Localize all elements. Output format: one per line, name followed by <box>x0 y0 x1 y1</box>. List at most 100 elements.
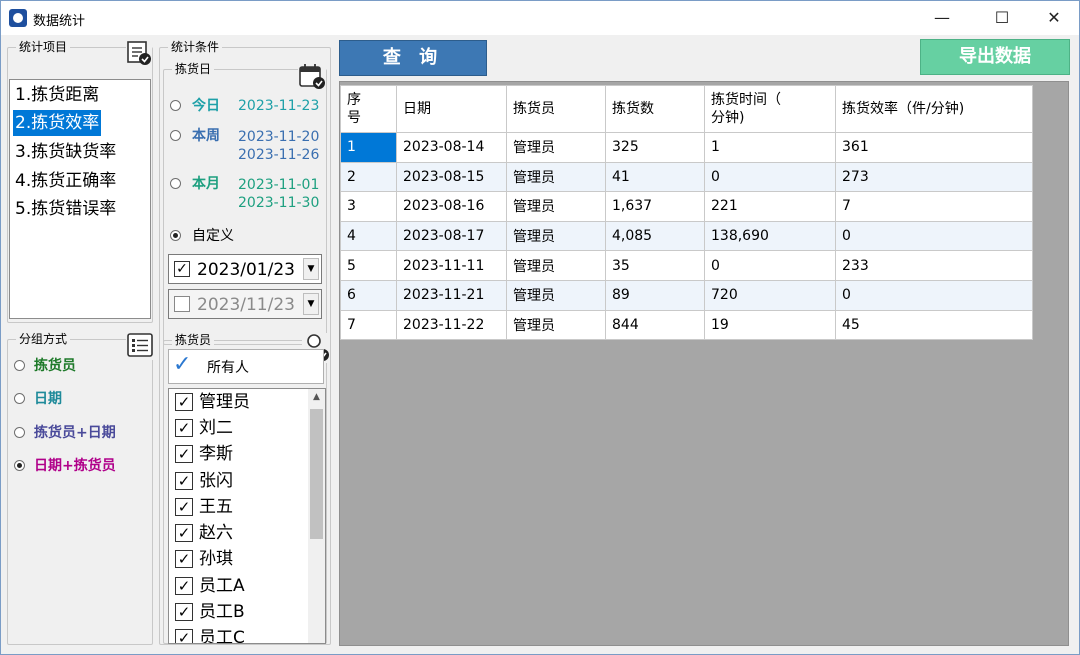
chevron-down-icon[interactable]: ▼ <box>303 293 319 315</box>
picker-checklist[interactable]: ✓ 管理员 ✓ 刘二 ✓ 李斯 ✓ 张闪 ✓ 王五 ✓ 赵六 ✓ 孙琪 ✓ 员工A ✓ 员工B ✓… <box>168 388 326 644</box>
cell-picker[interactable]: 管理员 <box>506 132 606 163</box>
radio-button-checked[interactable] <box>14 460 25 471</box>
radio-button[interactable] <box>14 393 25 404</box>
cell-index[interactable]: 7 <box>340 309 397 341</box>
checkbox-checked[interactable]: ✓ <box>175 419 193 437</box>
radio-button-checked[interactable] <box>170 230 181 241</box>
cell-pick-count[interactable]: 325 <box>605 132 705 163</box>
checkbox-checked[interactable]: ✓ <box>175 550 193 568</box>
stat-items-group: 统计项目 1.拣货距离 2.拣货效率 3.拣货缺货率 4.拣货正确率 5.拣货错… <box>7 39 153 323</box>
cell-date[interactable]: 2023-11-11 <box>396 250 507 281</box>
cell-date[interactable]: 2023-08-16 <box>396 191 507 222</box>
end-date-checkbox[interactable] <box>174 296 190 312</box>
table-row[interactable]: 4 2023-08-17 管理员 4,085 138,690 0 <box>340 220 1033 252</box>
table-row[interactable]: 3 2023-08-16 管理员 1,637 221 7 <box>340 191 1033 222</box>
cell-pick-time[interactable]: 0 <box>704 250 836 281</box>
cell-index[interactable]: 2 <box>340 161 397 193</box>
header-index[interactable]: 序 号 <box>340 85 397 133</box>
cell-pick-time[interactable]: 221 <box>704 191 836 222</box>
cell-pick-time[interactable]: 19 <box>704 309 836 341</box>
checkbox-checked[interactable]: ✓ <box>175 498 193 516</box>
stat-item-accuracy-rate[interactable]: 4.拣货正确率 <box>13 168 118 194</box>
start-date-picker[interactable]: ✓ 2023/01/23 ▼ <box>168 254 322 284</box>
cell-pick-efficiency[interactable]: 361 <box>835 132 1033 163</box>
radio-button[interactable] <box>14 427 25 438</box>
cell-pick-count[interactable]: 41 <box>605 161 705 193</box>
cell-picker[interactable]: 管理员 <box>506 309 606 341</box>
chevron-up-icon[interactable]: ▲ <box>308 389 325 406</box>
table-row[interactable]: 6 2023-11-21 管理员 89 720 0 <box>340 279 1033 311</box>
cell-picker[interactable]: 管理员 <box>506 250 606 281</box>
cell-index[interactable]: 1 <box>340 132 397 163</box>
cell-index[interactable]: 4 <box>340 220 397 252</box>
checkbox-checked[interactable]: ✓ <box>175 393 193 411</box>
radio-button[interactable] <box>170 178 181 189</box>
cell-pick-time[interactable]: 1 <box>704 132 836 163</box>
cell-pick-count[interactable]: 844 <box>605 309 705 341</box>
checkbox-checked[interactable]: ✓ <box>175 472 193 490</box>
today-label: 今日 <box>192 98 220 114</box>
header-picker[interactable]: 拣货员 <box>506 85 606 133</box>
cell-pick-efficiency[interactable]: 0 <box>835 279 1033 311</box>
cell-pick-count[interactable]: 35 <box>605 250 705 281</box>
table-row[interactable]: 1 2023-08-14 管理员 325 1 361 <box>340 132 1033 163</box>
picker-name: 员工B <box>199 602 245 622</box>
table-row[interactable]: 7 2023-11-22 管理员 844 19 45 <box>340 309 1033 341</box>
checkbox-checked[interactable]: ✓ <box>175 629 193 643</box>
stat-item-shortage-rate[interactable]: 3.拣货缺货率 <box>13 139 118 165</box>
table-row[interactable]: 5 2023-11-11 管理员 35 0 233 <box>340 250 1033 281</box>
cell-picker[interactable]: 管理员 <box>506 191 606 222</box>
checkbox-checked[interactable]: ✓ <box>175 524 193 542</box>
cell-date[interactable]: 2023-08-14 <box>396 132 507 163</box>
cell-pick-efficiency[interactable]: 0 <box>835 220 1033 252</box>
query-button[interactable]: 查 询 <box>339 40 487 76</box>
close-button[interactable]: ✕ <box>1031 1 1077 35</box>
end-date-picker[interactable]: 2023/11/23 ▼ <box>168 289 322 319</box>
table-row[interactable]: 2 2023-08-15 管理员 41 0 273 <box>340 161 1033 193</box>
cell-pick-count[interactable]: 1,637 <box>605 191 705 222</box>
cell-index[interactable]: 6 <box>340 279 397 311</box>
checkbox-checked[interactable]: ✓ <box>175 445 193 463</box>
cell-date[interactable]: 2023-11-22 <box>396 309 507 341</box>
scroll-thumb[interactable] <box>310 409 323 539</box>
checkbox-checked[interactable]: ✓ <box>175 577 193 595</box>
cell-picker[interactable]: 管理员 <box>506 279 606 311</box>
cell-pick-efficiency[interactable]: 7 <box>835 191 1033 222</box>
cell-pick-time[interactable]: 0 <box>704 161 836 193</box>
cell-index[interactable]: 5 <box>340 250 397 281</box>
cell-date[interactable]: 2023-08-15 <box>396 161 507 193</box>
cell-pick-time[interactable]: 720 <box>704 279 836 311</box>
header-pick-efficiency[interactable]: 拣货效率（件/分钟) <box>835 85 1033 133</box>
header-pick-time[interactable]: 拣货时间（ 分钟) <box>704 85 836 133</box>
cell-pick-efficiency[interactable]: 45 <box>835 309 1033 341</box>
stat-item-efficiency[interactable]: 2.拣货效率 <box>13 110 102 136</box>
cell-pick-count[interactable]: 89 <box>605 279 705 311</box>
cell-picker[interactable]: 管理员 <box>506 220 606 252</box>
cell-date[interactable]: 2023-11-21 <box>396 279 507 311</box>
picker-scrollbar[interactable]: ▲ <box>308 389 325 643</box>
stat-item-error-rate[interactable]: 5.拣货错误率 <box>13 196 118 222</box>
chevron-down-icon[interactable]: ▼ <box>303 258 319 280</box>
results-grid[interactable]: 序 号 日期 拣货员 拣货数 拣货时间（ 分钟) 拣货效率（件/分钟) 1 20… <box>339 81 1069 646</box>
cell-pick-efficiency[interactable]: 233 <box>835 250 1033 281</box>
radio-button[interactable] <box>170 130 181 141</box>
picker-name: 赵六 <box>199 523 233 543</box>
export-button[interactable]: 导出数据 <box>920 39 1070 75</box>
cell-pick-count[interactable]: 4,085 <box>605 220 705 252</box>
cell-index[interactable]: 3 <box>340 191 397 222</box>
cell-date[interactable]: 2023-08-17 <box>396 220 507 252</box>
start-date-checkbox[interactable]: ✓ <box>174 261 190 277</box>
radio-button[interactable] <box>14 360 25 371</box>
header-pick-count[interactable]: 拣货数 <box>605 85 705 133</box>
cell-pick-time[interactable]: 138,690 <box>704 220 836 252</box>
cell-picker[interactable]: 管理员 <box>506 161 606 193</box>
checkbox-checked[interactable]: ✓ <box>175 603 193 621</box>
stat-items-list[interactable]: 1.拣货距离 2.拣货效率 3.拣货缺货率 4.拣货正确率 5.拣货错误率 <box>9 79 151 319</box>
radio-button[interactable] <box>170 100 181 111</box>
stat-item-distance[interactable]: 1.拣货距离 <box>13 82 101 108</box>
maximize-button[interactable]: ☐ <box>979 1 1025 35</box>
select-all-box[interactable]: ✓ 所有人 <box>168 349 324 384</box>
header-date[interactable]: 日期 <box>396 85 507 133</box>
cell-pick-efficiency[interactable]: 273 <box>835 161 1033 193</box>
minimize-button[interactable]: — <box>919 1 965 35</box>
